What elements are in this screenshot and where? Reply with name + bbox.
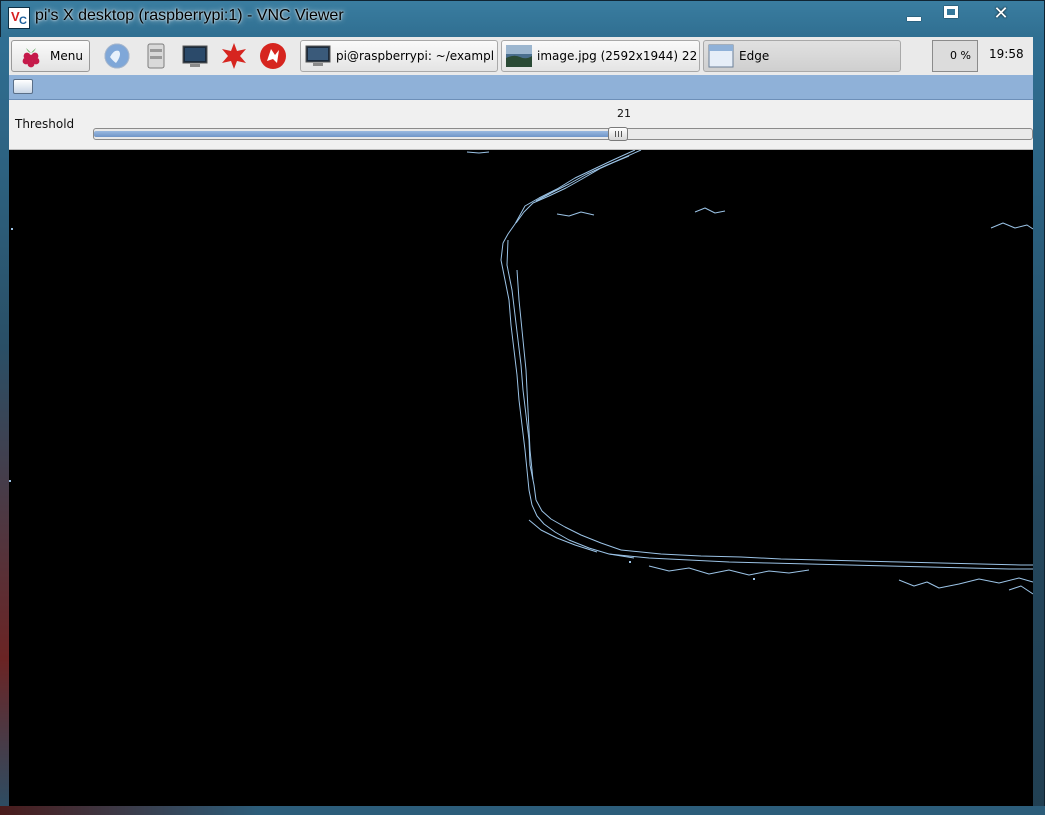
task-label: image.jpg (2592x1944) 22% bbox=[537, 49, 697, 63]
app-window-header bbox=[9, 75, 1033, 100]
window-icon bbox=[708, 44, 734, 68]
task-label: Edge bbox=[739, 49, 770, 63]
threshold-label: Threshold bbox=[15, 117, 75, 131]
window-titlebar[interactable]: VC pi's X desktop (raspberrypi:1) - VNC … bbox=[0, 0, 1043, 36]
threshold-panel: Threshold 21 bbox=[9, 100, 1033, 150]
terminal-icon bbox=[305, 45, 331, 66]
menu-button[interactable]: Menu bbox=[11, 40, 90, 72]
file-manager-icon[interactable] bbox=[141, 41, 171, 71]
web-browser-icon[interactable] bbox=[102, 41, 132, 71]
task-edge-window[interactable]: Edge bbox=[703, 40, 901, 72]
clock[interactable]: 19:58 bbox=[989, 47, 1024, 61]
maximize-icon bbox=[944, 6, 958, 18]
wolfram-icon[interactable] bbox=[258, 41, 288, 71]
window-title: pi's X desktop (raspberrypi:1) - VNC Vie… bbox=[35, 7, 344, 24]
minimize-button[interactable] bbox=[896, 1, 931, 27]
edge-detection-view bbox=[9, 150, 1033, 806]
threshold-slider[interactable] bbox=[93, 127, 1033, 141]
mathematica-icon[interactable] bbox=[219, 41, 249, 71]
cpu-usage: 0 % bbox=[950, 49, 971, 62]
slider-thumb[interactable] bbox=[608, 127, 628, 141]
maximize-button[interactable] bbox=[933, 1, 971, 27]
cpu-monitor[interactable]: 0 % bbox=[932, 40, 978, 72]
threshold-value: 21 bbox=[617, 107, 631, 120]
pi-taskbar: Menu pi@raspberrypi: ~/exampl... image.j… bbox=[9, 37, 1033, 76]
window-border-left bbox=[0, 37, 9, 815]
task-terminal[interactable]: pi@raspberrypi: ~/exampl... bbox=[300, 40, 498, 72]
terminal-icon[interactable] bbox=[180, 41, 210, 71]
vnc-app-icon[interactable]: VC bbox=[8, 7, 30, 29]
window-border-right bbox=[1033, 37, 1044, 815]
image-thumbnail-icon bbox=[506, 45, 532, 67]
task-label: pi@raspberrypi: ~/exampl... bbox=[336, 49, 494, 63]
remote-desktop-area[interactable]: Menu pi@raspberrypi: ~/exampl... image.j… bbox=[9, 37, 1033, 806]
menu-label: Menu bbox=[50, 49, 83, 63]
close-button[interactable]: ✕ bbox=[973, 1, 1029, 27]
window-menu-button[interactable] bbox=[13, 79, 33, 94]
slider-fill bbox=[94, 131, 618, 137]
task-image-viewer[interactable]: image.jpg (2592x1944) 22% bbox=[501, 40, 700, 72]
raspberry-icon bbox=[22, 48, 40, 68]
minimize-icon bbox=[907, 17, 921, 21]
grip-icon bbox=[615, 131, 622, 137]
edge-lines bbox=[466, 150, 1033, 595]
close-icon: ✕ bbox=[993, 3, 1009, 24]
edge-specks bbox=[9, 228, 755, 580]
window-border-bottom bbox=[0, 806, 1045, 815]
